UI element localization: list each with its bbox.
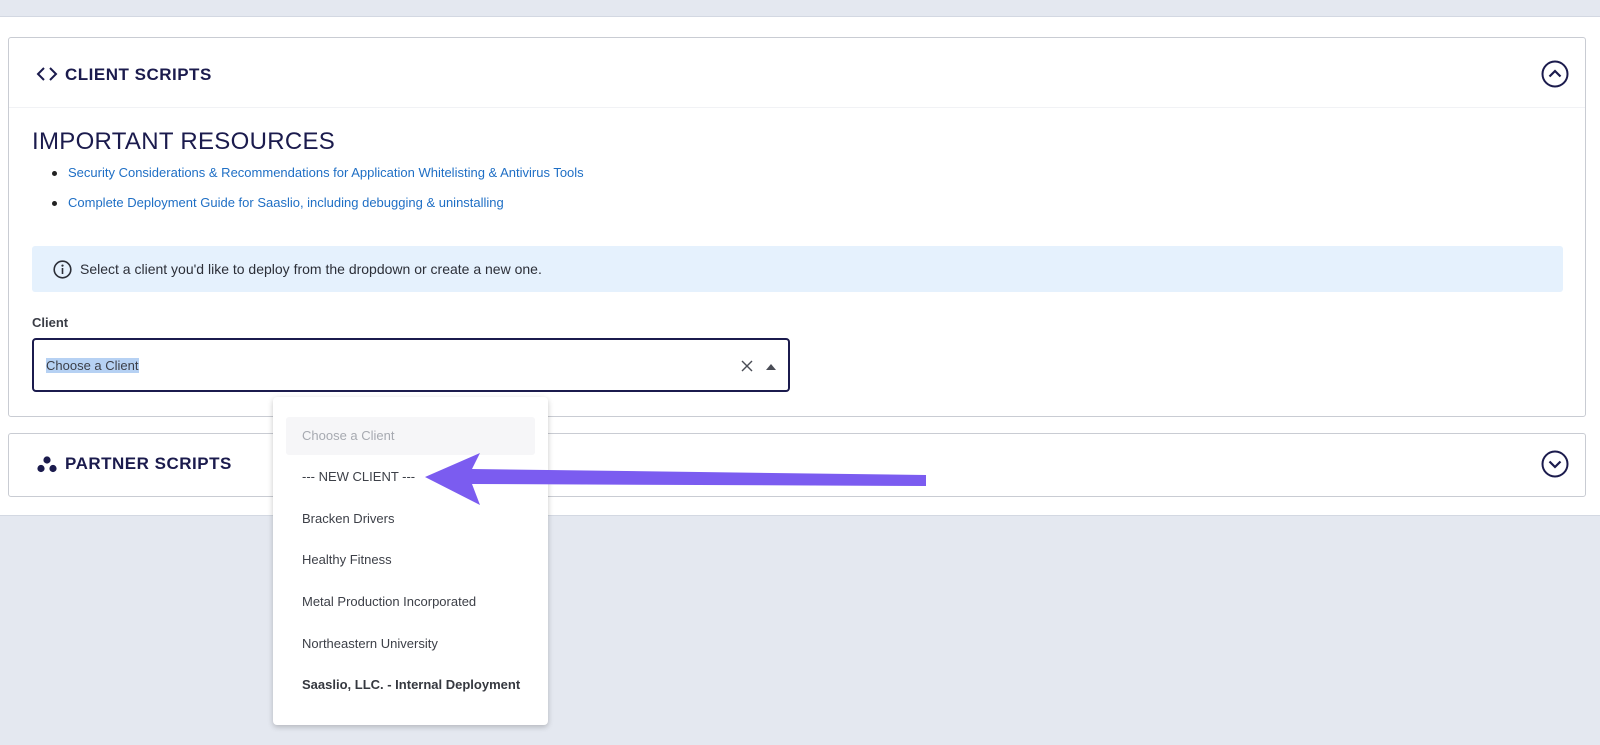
client-dropdown-menu: Choose a Client --- NEW CLIENT --- Brack… [273, 397, 548, 725]
client-field-label: Client [32, 315, 69, 330]
partner-scripts-title: PARTNER SCRIPTS [65, 454, 232, 473]
dropdown-option[interactable]: Saaslio, LLC. - Internal Deployment [286, 666, 535, 704]
dropdown-option[interactable]: Metal Production Incorporated [286, 583, 535, 621]
chevron-up-circle-icon[interactable] [1541, 60, 1569, 88]
client-scripts-card: CLIENT SCRIPTS IMPORTANT RESOURCES Secur… [8, 37, 1586, 417]
list-item: Security Considerations & Recommendation… [32, 164, 584, 194]
deployment-guide-link[interactable]: Complete Deployment Guide for Saaslio, i… [68, 195, 504, 210]
close-icon[interactable] [740, 359, 754, 373]
info-text: Select a client you'd like to deploy fro… [80, 261, 542, 277]
chevron-down-circle-icon[interactable] [1541, 450, 1569, 478]
caret-up-icon[interactable] [766, 364, 776, 370]
info-circle-icon [53, 260, 72, 279]
code-icon [36, 67, 58, 81]
client-scripts-title: CLIENT SCRIPTS [65, 65, 212, 84]
partner-dots-icon [37, 456, 57, 473]
dropdown-option[interactable]: Healthy Fitness [286, 541, 535, 579]
info-alert: Select a client you'd like to deploy fro… [32, 246, 1563, 292]
annotation-arrow-icon [425, 453, 926, 505]
security-considerations-link[interactable]: Security Considerations & Recommendation… [68, 165, 584, 180]
resources-list: Security Considerations & Recommendation… [32, 164, 584, 224]
list-item: Complete Deployment Guide for Saaslio, i… [32, 194, 584, 224]
client-select-value[interactable]: Choose a Client [46, 358, 139, 373]
resources-heading: IMPORTANT RESOURCES [32, 128, 336, 155]
dropdown-option[interactable]: Northeastern University [286, 625, 535, 663]
client-scripts-header[interactable]: CLIENT SCRIPTS [9, 38, 1585, 108]
client-select[interactable]: Choose a Client [32, 338, 790, 392]
